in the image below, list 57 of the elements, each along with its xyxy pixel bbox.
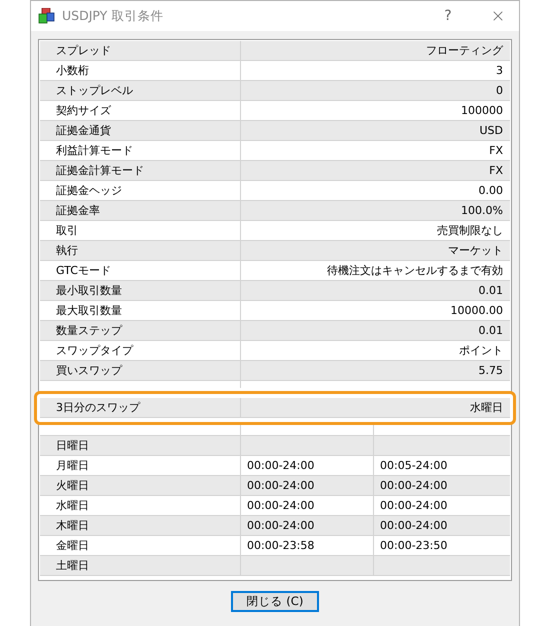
property-name: 最小取引数量 xyxy=(55,283,123,299)
property-name: 証拠金計算モード xyxy=(55,163,145,179)
property-value: 3 xyxy=(240,61,510,80)
trade-hours: 00:05-24:00 xyxy=(380,459,448,472)
property-name: スワップタイプ xyxy=(55,343,134,359)
window-title: USDJPY 取引条件 xyxy=(62,8,164,24)
property-name: 証拠金通貨 xyxy=(55,123,112,139)
property-value: マーケット xyxy=(240,241,510,260)
property-name: 契約サイズ xyxy=(55,103,112,119)
property-value: 5.75 xyxy=(240,361,510,380)
property-name: 買いスワップ xyxy=(55,363,124,379)
day-name: 土曜日 xyxy=(55,558,90,574)
property-value: 0 xyxy=(240,81,510,100)
property-name: 最大取引数量 xyxy=(55,303,123,319)
quote-hours: 00:00-23:58 xyxy=(247,539,314,552)
property-value: 100000 xyxy=(240,101,510,120)
app-logo-icon xyxy=(38,8,56,24)
property-name: 執行 xyxy=(55,243,79,259)
property-value: 100.0% xyxy=(240,201,510,220)
quote-hours: 00:00-24:00 xyxy=(247,479,314,492)
trade-hours: 00:00-24:00 xyxy=(380,519,448,532)
property-name: GTCモード xyxy=(55,263,112,279)
day-name: 火曜日 xyxy=(55,478,90,494)
trade-hours: 00:00-24:00 xyxy=(380,499,448,512)
quote-hours: 00:00-24:00 xyxy=(247,459,314,472)
property-name: 利益計算モード xyxy=(55,143,134,159)
property-value: FX xyxy=(240,161,510,180)
property-value: フローティング xyxy=(240,41,510,60)
trade-hours: 00:00-23:50 xyxy=(380,539,448,552)
property-name: 小数桁 xyxy=(55,63,90,79)
help-button[interactable]: ? xyxy=(433,8,463,24)
quote-hours: 00:00-24:00 xyxy=(247,519,314,532)
property-name: 証拠金ヘッジ xyxy=(55,183,123,199)
property-value: 0.01 xyxy=(240,281,510,300)
property-value: 0.00 xyxy=(240,181,510,200)
day-name: 月曜日 xyxy=(55,458,90,474)
property-value: 売買制限なし xyxy=(240,221,510,240)
day-name: 水曜日 xyxy=(55,498,90,514)
property-value: ポイント xyxy=(240,341,510,360)
property-value: 待機注文はキャンセルするまで有効 xyxy=(240,261,510,280)
property-name: スプレッド xyxy=(55,43,112,59)
day-name: 木曜日 xyxy=(55,518,90,534)
day-name: 日曜日 xyxy=(55,438,90,454)
property-name: ストップレベル xyxy=(55,83,134,99)
quote-hours: 00:00-24:00 xyxy=(247,499,314,512)
property-value: 0.01 xyxy=(240,321,510,340)
property-value: USD xyxy=(240,121,510,140)
property-value: 水曜日 xyxy=(240,398,510,417)
property-value: 10000.00 xyxy=(240,301,510,320)
property-name: 数量ステップ xyxy=(55,323,124,339)
close-button[interactable]: 閉じる (C) xyxy=(231,591,319,612)
property-name: 証拠金率 xyxy=(55,203,101,219)
property-name: 取引 xyxy=(55,223,79,239)
property-value: FX xyxy=(240,141,510,160)
property-name: 3日分のスワップ xyxy=(55,400,142,416)
day-name: 金曜日 xyxy=(55,538,90,554)
trade-hours: 00:00-24:00 xyxy=(380,479,448,492)
